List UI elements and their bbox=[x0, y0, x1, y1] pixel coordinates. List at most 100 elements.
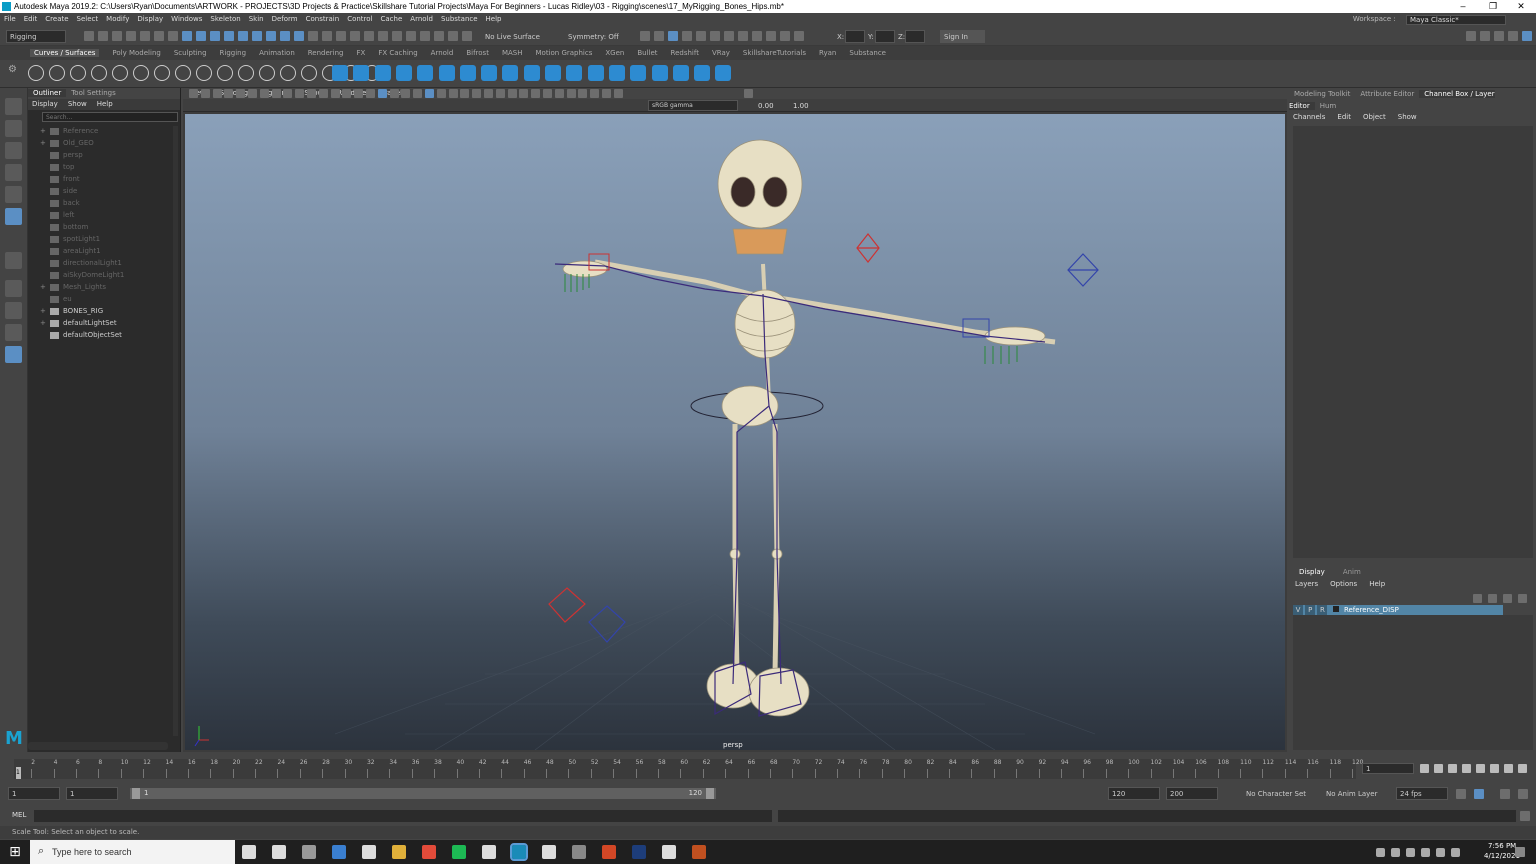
layer-action-1-icon[interactable] bbox=[1473, 594, 1482, 603]
app-6-icon[interactable] bbox=[692, 845, 706, 859]
viewport-tool-1-icon[interactable] bbox=[189, 89, 198, 98]
viewport-tool-12-icon[interactable] bbox=[318, 89, 328, 98]
status-tool-23-icon[interactable] bbox=[392, 31, 402, 41]
render-tool-9-icon[interactable] bbox=[752, 31, 762, 41]
outliner-item[interactable]: back bbox=[28, 197, 180, 209]
cortana-icon[interactable] bbox=[242, 845, 256, 859]
viewport-tool-10-icon[interactable] bbox=[295, 89, 305, 98]
symmetry-label[interactable]: Symmetry: Off bbox=[568, 33, 619, 41]
play-backwards-icon[interactable] bbox=[1462, 764, 1471, 773]
playback-settings-icon[interactable] bbox=[1518, 789, 1528, 799]
shelf-item-18-icon[interactable] bbox=[332, 65, 348, 81]
range-slider[interactable]: 1 120 bbox=[130, 788, 716, 799]
shelf-item-25-icon[interactable] bbox=[481, 65, 498, 81]
menu-file[interactable]: File bbox=[4, 15, 16, 23]
file-explorer-window-icon[interactable] bbox=[362, 845, 376, 859]
step-forward-key-icon[interactable] bbox=[1504, 764, 1513, 773]
viewport-tool-31-icon[interactable] bbox=[543, 89, 552, 98]
shelf-item-21-icon[interactable] bbox=[395, 65, 412, 81]
range-slider-start-handle[interactable] bbox=[132, 788, 140, 799]
shelf-tab-substance[interactable]: Substance bbox=[849, 49, 886, 57]
shelf-item-2-icon[interactable] bbox=[49, 65, 65, 81]
outliner-item[interactable]: directionalLight1 bbox=[28, 257, 180, 269]
status-tool-3-icon[interactable] bbox=[112, 31, 122, 41]
paint-select-tool-icon[interactable] bbox=[5, 142, 22, 159]
panel-toggle-1-icon[interactable] bbox=[1466, 31, 1476, 41]
status-tool-18-icon[interactable] bbox=[322, 31, 332, 41]
status-tool-20-icon[interactable] bbox=[350, 31, 360, 41]
shelf-item-3-icon[interactable] bbox=[70, 65, 86, 81]
menu-arnold[interactable]: Arnold bbox=[410, 15, 433, 23]
shelf-tab-motion-graphics[interactable]: Motion Graphics bbox=[536, 49, 593, 57]
menu-skeleton[interactable]: Skeleton bbox=[210, 15, 240, 23]
shelf-item-1-icon[interactable] bbox=[28, 65, 44, 81]
viewport-tool-14-icon[interactable] bbox=[342, 89, 352, 98]
viewport-tool-33-icon[interactable] bbox=[566, 89, 576, 98]
menu-cache[interactable]: Cache bbox=[381, 15, 403, 23]
viewport-tool-34-icon[interactable] bbox=[578, 89, 588, 98]
outliner-expand-icon[interactable]: + bbox=[40, 317, 50, 329]
status-tool-9-icon[interactable] bbox=[196, 31, 206, 41]
shelf-item-22-icon[interactable] bbox=[417, 65, 434, 81]
layer-menu-help[interactable]: Help bbox=[1367, 580, 1385, 588]
photoshop-icon[interactable] bbox=[632, 845, 646, 859]
status-tool-21-icon[interactable] bbox=[364, 31, 374, 41]
character-set-label[interactable]: No Character Set bbox=[1246, 790, 1306, 798]
shelf-item-31-icon[interactable] bbox=[608, 65, 625, 81]
menu-constrain[interactable]: Constrain bbox=[306, 15, 340, 23]
single-view-layout-icon[interactable] bbox=[5, 280, 22, 297]
status-tool-17-icon[interactable] bbox=[308, 31, 318, 41]
status-tool-19-icon[interactable] bbox=[336, 31, 346, 41]
viewport-tool-18-icon[interactable] bbox=[389, 89, 399, 98]
play-forwards-icon[interactable] bbox=[1476, 764, 1485, 773]
app-2-icon[interactable] bbox=[482, 845, 496, 859]
viewport-tool-21-icon[interactable] bbox=[425, 89, 434, 98]
outliner-tab-tool-settings[interactable]: Tool Settings bbox=[66, 89, 121, 97]
viewport-tool-28-icon[interactable] bbox=[507, 89, 517, 98]
layer-color-swatch[interactable] bbox=[1332, 606, 1339, 612]
outliner-item[interactable]: persp bbox=[28, 149, 180, 161]
viewport-tool-9-icon[interactable] bbox=[283, 89, 293, 98]
viewport-tool-30-icon[interactable] bbox=[531, 89, 541, 98]
shelf-item-27-icon[interactable] bbox=[523, 65, 540, 81]
playback-start-field[interactable]: 1 bbox=[66, 787, 118, 800]
status-tool-2-icon[interactable] bbox=[98, 31, 108, 41]
status-tool-25-icon[interactable] bbox=[420, 31, 430, 41]
loop-icon[interactable] bbox=[1456, 789, 1466, 799]
viewport-tool-36-icon[interactable] bbox=[602, 89, 611, 98]
step-back-frame-icon[interactable] bbox=[1448, 764, 1457, 773]
outliner-item[interactable]: side bbox=[28, 185, 180, 197]
render-tool-7-icon[interactable] bbox=[724, 31, 734, 41]
right-tab-modeling-toolkit[interactable]: Modeling Toolkit bbox=[1289, 90, 1355, 98]
render-tool-5-icon[interactable] bbox=[696, 31, 706, 41]
mel-input[interactable] bbox=[34, 810, 772, 822]
layer-menu-layers[interactable]: Layers bbox=[1293, 580, 1318, 588]
render-tool-4-icon[interactable] bbox=[682, 31, 692, 41]
layer-action-3-icon[interactable] bbox=[1503, 594, 1512, 603]
windows-start-icon[interactable]: ⊞ bbox=[0, 840, 30, 864]
status-tool-22-icon[interactable] bbox=[378, 31, 388, 41]
shelf-item-13-icon[interactable] bbox=[280, 65, 296, 81]
outliner-expand-icon[interactable]: + bbox=[40, 125, 50, 137]
tray-6-icon[interactable] bbox=[1451, 848, 1460, 857]
perspective-viewport[interactable]: persp bbox=[185, 114, 1285, 750]
shelf-item-9-icon[interactable] bbox=[196, 65, 212, 81]
outliner-item[interactable]: top bbox=[28, 161, 180, 173]
viewport-tool-19-icon[interactable] bbox=[401, 89, 411, 98]
viewport-tool-26-icon[interactable] bbox=[484, 89, 493, 98]
channel-menu-channels[interactable]: Channels bbox=[1293, 113, 1325, 121]
auto-key-icon[interactable] bbox=[1474, 789, 1484, 799]
near-clip-value[interactable]: 0.00 bbox=[758, 102, 774, 110]
two-view-layout-icon[interactable] bbox=[5, 324, 22, 341]
status-tool-14-icon[interactable] bbox=[266, 31, 276, 41]
shelf-item-6-icon[interactable] bbox=[133, 65, 149, 81]
last-tool-icon[interactable] bbox=[5, 252, 22, 269]
animation-start-field[interactable]: 1 bbox=[8, 787, 60, 800]
go-to-start-icon[interactable] bbox=[1420, 764, 1429, 773]
tray-5-icon[interactable] bbox=[1436, 848, 1445, 857]
close-button[interactable]: ✕ bbox=[1506, 0, 1536, 13]
taskbar-search[interactable]: ⌕ Type here to search bbox=[30, 840, 235, 864]
viewport-tool-27-icon[interactable] bbox=[495, 89, 505, 98]
shelf-tab-fx[interactable]: FX bbox=[357, 49, 366, 57]
shelf-item-20-icon[interactable] bbox=[374, 65, 391, 81]
